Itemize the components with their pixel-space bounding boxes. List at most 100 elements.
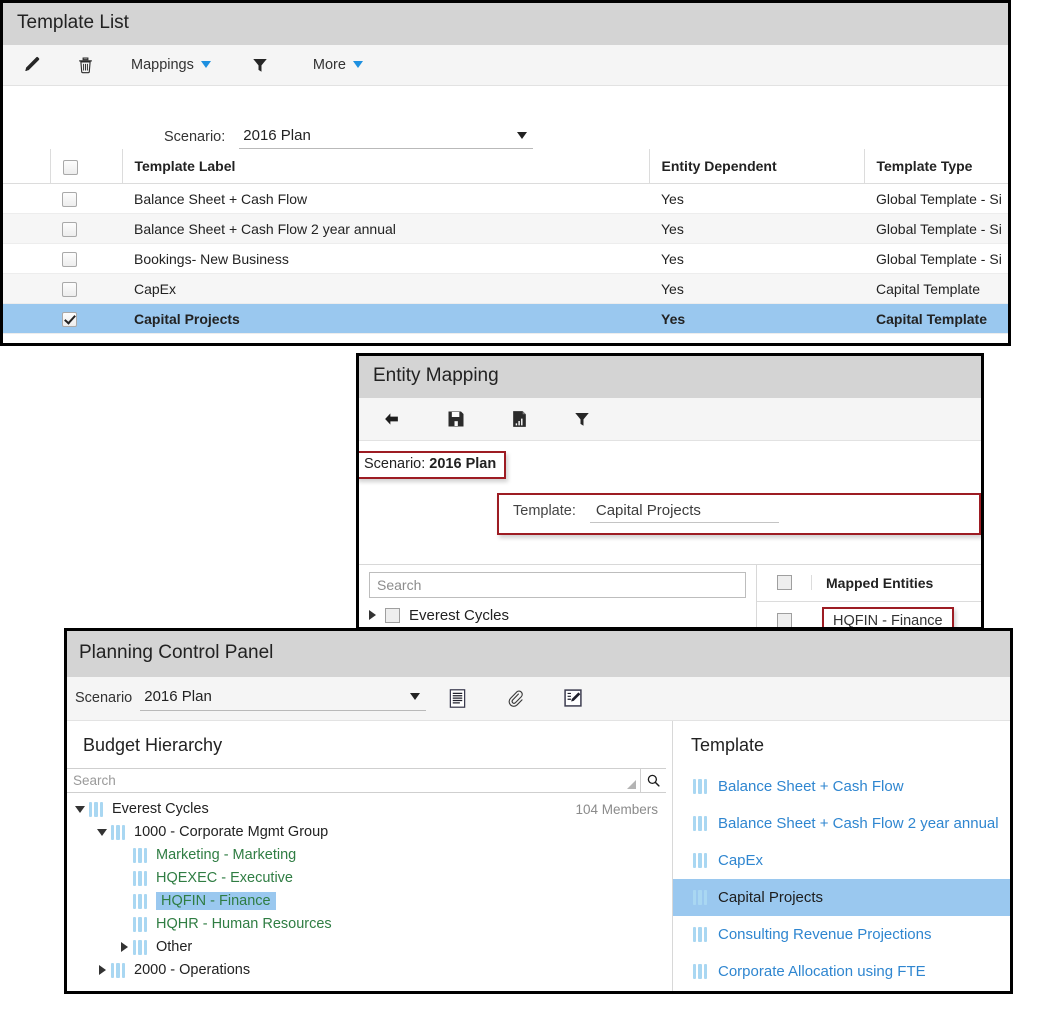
row-checkbox[interactable] — [62, 252, 77, 268]
table-row-selected[interactable]: Capital Projects Yes Capital Template — [3, 303, 1008, 334]
tree-item-corporate-mgmt-group[interactable]: 1000 - Corporate Mgmt Group — [67, 821, 672, 844]
template-item-selected[interactable]: Capital Projects — [673, 878, 1010, 916]
tree-node-checkbox[interactable] — [385, 607, 400, 623]
funnel-icon — [573, 410, 591, 428]
report-document-icon — [510, 409, 529, 429]
collapse-arrow-icon[interactable] — [73, 805, 87, 813]
expand-arrow-icon[interactable] — [95, 965, 109, 976]
tree-item-hqexec[interactable]: HQEXEC - Executive — [67, 867, 672, 890]
tree-item-hqfin-selected[interactable]: HQFIN - Finance — [67, 890, 672, 913]
template-item[interactable]: Balance Sheet + Cash Flow — [673, 768, 1010, 805]
entity-tree-node-root[interactable]: Everest Cycles — [359, 598, 756, 624]
template-bars-icon — [692, 963, 709, 979]
table-row[interactable]: Balance Sheet + Cash Flow 2 year annual … — [3, 213, 1008, 244]
mappings-label: Mappings — [131, 56, 194, 73]
filter-button[interactable] — [551, 398, 613, 440]
entity-bars-icon — [132, 939, 149, 955]
tree-item-hqhr[interactable]: HQHR - Human Resources — [67, 913, 672, 936]
tree-item-marketing[interactable]: Marketing - Marketing — [67, 844, 672, 867]
cell-entity-dependent: Yes — [661, 280, 684, 297]
table-row[interactable]: CapEx Yes Capital Template — [3, 273, 1008, 304]
row-checkbox-cell[interactable] — [50, 244, 122, 274]
select-all-checkbox[interactable] — [62, 159, 78, 175]
cell-entity-dependent: Yes — [661, 190, 684, 207]
scenario-select[interactable]: 2016 Plan — [239, 127, 534, 149]
report-button[interactable] — [488, 398, 551, 440]
cell-template-label: Balance Sheet + Cash Flow 2 year annual — [134, 220, 396, 237]
template-item[interactable]: Balance Sheet + Cash Flow 2 year annual — [673, 805, 1010, 842]
template-highlight-box: Template: Capital Projects — [497, 492, 981, 535]
mapped-entity-row[interactable]: HQFIN - Finance — [757, 602, 981, 627]
row-checkbox[interactable] — [62, 282, 77, 298]
entity-search-input[interactable]: Search — [369, 571, 746, 598]
tree-item-everest-cycles[interactable]: Everest Cycles 104 Members — [67, 798, 672, 821]
row-checkbox[interactable] — [62, 222, 77, 238]
template-item[interactable]: Corporate Allocation using FTE — [673, 953, 1010, 990]
filter-button[interactable] — [225, 45, 299, 85]
save-button[interactable] — [424, 398, 488, 440]
delete-button[interactable] — [62, 45, 117, 85]
row-checkbox-cell[interactable] — [50, 304, 122, 334]
search-button[interactable] — [640, 768, 666, 792]
row-spacer — [3, 214, 50, 244]
tree-item-label: HQHR - Human Resources — [156, 916, 332, 933]
table-row[interactable]: Bookings- New Business Yes Global Templa… — [3, 244, 1008, 274]
edit-form-icon — [563, 688, 583, 708]
mapped-row-checkbox-cell[interactable] — [757, 613, 812, 627]
row-checkbox[interactable] — [62, 312, 77, 328]
search-icon — [646, 773, 661, 788]
template-table: Template Label Entity Dependent Template… — [3, 148, 1008, 335]
scenario-label: Scenario: — [164, 128, 226, 145]
attachment-button[interactable] — [479, 688, 537, 709]
template-item[interactable]: Consulting Revenue Projections — [673, 916, 1010, 953]
edit-form-button[interactable] — [537, 688, 595, 708]
planning-control-panel-title: Planning Control Panel — [67, 631, 1010, 677]
edit-button[interactable] — [15, 45, 62, 85]
trash-icon — [76, 55, 95, 75]
collapse-arrow-icon[interactable] — [95, 828, 109, 836]
tree-item-label: HQFIN - Finance — [156, 892, 276, 911]
back-button[interactable] — [371, 398, 424, 440]
row-checkbox-cell[interactable] — [50, 274, 122, 304]
mapped-select-all-cell[interactable] — [757, 575, 812, 591]
cell-entity-dependent: Yes — [661, 250, 684, 267]
expand-arrow-icon[interactable] — [117, 942, 131, 953]
template-field-value[interactable]: Capital Projects — [589, 502, 779, 523]
budget-search-bar[interactable]: Search — [67, 767, 666, 793]
mappings-menu[interactable]: Mappings — [117, 45, 225, 85]
table-row[interactable]: Balance Sheet + Cash Flow Yes Global Tem… — [3, 184, 1008, 214]
planning-body: Budget Hierarchy Search Everest Cycles 1… — [67, 720, 1010, 991]
row-checkbox-cell[interactable] — [50, 184, 122, 214]
entity-tree-pane: Search Everest Cycles — [359, 564, 757, 627]
tree-item-operations[interactable]: 2000 - Operations — [67, 959, 672, 982]
expand-arrow-icon[interactable] — [369, 610, 376, 621]
template-table-body: Balance Sheet + Cash Flow Yes Global Tem… — [3, 184, 1008, 334]
funnel-icon — [251, 56, 269, 74]
scenario-value: 2016 Plan — [429, 455, 497, 472]
entity-mapping-scenario: Scenario: 2016 Plan — [364, 456, 496, 472]
cell-entity-dependent: Yes — [661, 310, 686, 327]
template-list-toolbar: Mappings More — [3, 44, 1008, 86]
cell-template-label: Balance Sheet + Cash Flow — [134, 190, 308, 207]
budget-search-input[interactable]: Search — [67, 773, 627, 788]
entity-bars-icon — [110, 962, 127, 978]
cell-template-type: Global Template - Si — [876, 250, 1002, 267]
row-spacer — [3, 244, 50, 274]
cell-template-label: Bookings- New Business — [134, 250, 289, 267]
pencil-icon — [23, 55, 42, 74]
col-header-template-label: Template Label — [122, 148, 650, 185]
row-checkbox[interactable] — [62, 192, 77, 208]
row-checkbox-cell[interactable] — [50, 214, 122, 244]
save-disk-icon — [446, 409, 466, 429]
cell-template-type: Global Template - Si — [876, 220, 1002, 237]
chevron-down-icon — [410, 692, 421, 700]
mapped-row-checkbox[interactable] — [777, 613, 792, 627]
pcp-scenario-select[interactable]: 2016 Plan — [140, 686, 427, 711]
notes-button[interactable] — [426, 688, 479, 709]
col-header-blank — [3, 148, 51, 185]
chevron-down-icon — [200, 61, 211, 69]
template-item[interactable]: CapEx — [673, 842, 1010, 879]
more-menu[interactable]: More — [299, 45, 377, 85]
tree-item-other[interactable]: Other — [67, 936, 672, 959]
mapped-select-all-checkbox[interactable] — [776, 575, 792, 591]
